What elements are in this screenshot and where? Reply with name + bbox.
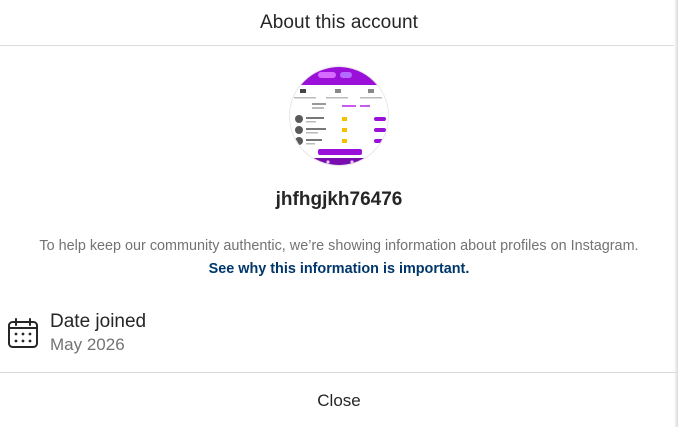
dialog-footer: Close [0, 372, 678, 427]
calendar-icon [8, 318, 38, 348]
date-joined-row: Date joined May 2026 [0, 310, 146, 356]
date-joined-value: May 2026 [50, 335, 125, 354]
date-joined-texts: Date joined May 2026 [50, 310, 146, 356]
info-description-text: To help keep our community authentic, we… [39, 238, 639, 254]
dialog-title: About this account [259, 11, 419, 33]
info-description: To help keep our community authentic, we… [39, 235, 639, 281]
dialog-header: About this account [0, 0, 678, 46]
close-button[interactable]: Close [297, 383, 380, 419]
profile-username: jhfhgjkh76476 [275, 189, 403, 210]
info-learn-more-link[interactable]: See why this information is important. [209, 261, 470, 277]
profile-avatar [289, 66, 389, 166]
dialog-edge-shadow [674, 0, 678, 427]
avatar-container [0, 66, 678, 166]
about-account-dialog: About this account jhfhgjkh76476 To help… [0, 0, 678, 427]
avatar-image [290, 67, 388, 165]
date-joined-label: Date joined [50, 311, 147, 332]
